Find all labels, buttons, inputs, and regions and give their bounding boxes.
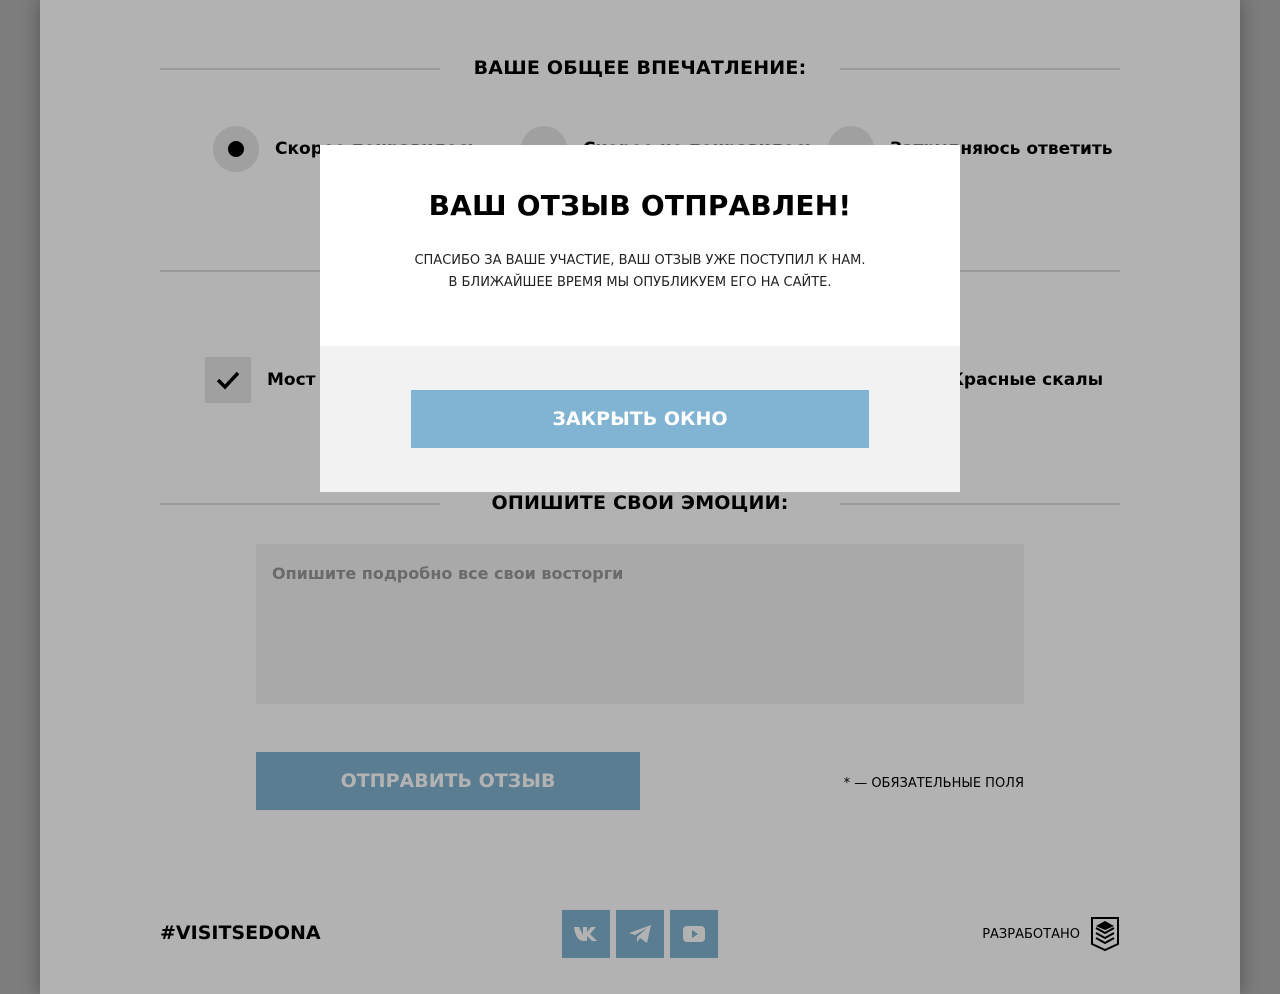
modal-message-line: Спасибо за ваше участие, ваш отзыв уже п… bbox=[414, 253, 866, 268]
modal-message: Спасибо за ваше участие, ваш отзыв уже п… bbox=[320, 250, 960, 294]
success-modal: Ваш отзыв отправлен! Спасибо за ваше уча… bbox=[320, 145, 960, 492]
modal-message-line: В ближайшее время мы опубликуем его на с… bbox=[448, 275, 832, 290]
modal-content: Ваш отзыв отправлен! Спасибо за ваше уча… bbox=[320, 145, 960, 346]
modal-footer: Закрыть окно bbox=[320, 346, 960, 492]
modal-title: Ваш отзыв отправлен! bbox=[428, 189, 852, 222]
close-modal-button[interactable]: Закрыть окно bbox=[411, 390, 869, 448]
